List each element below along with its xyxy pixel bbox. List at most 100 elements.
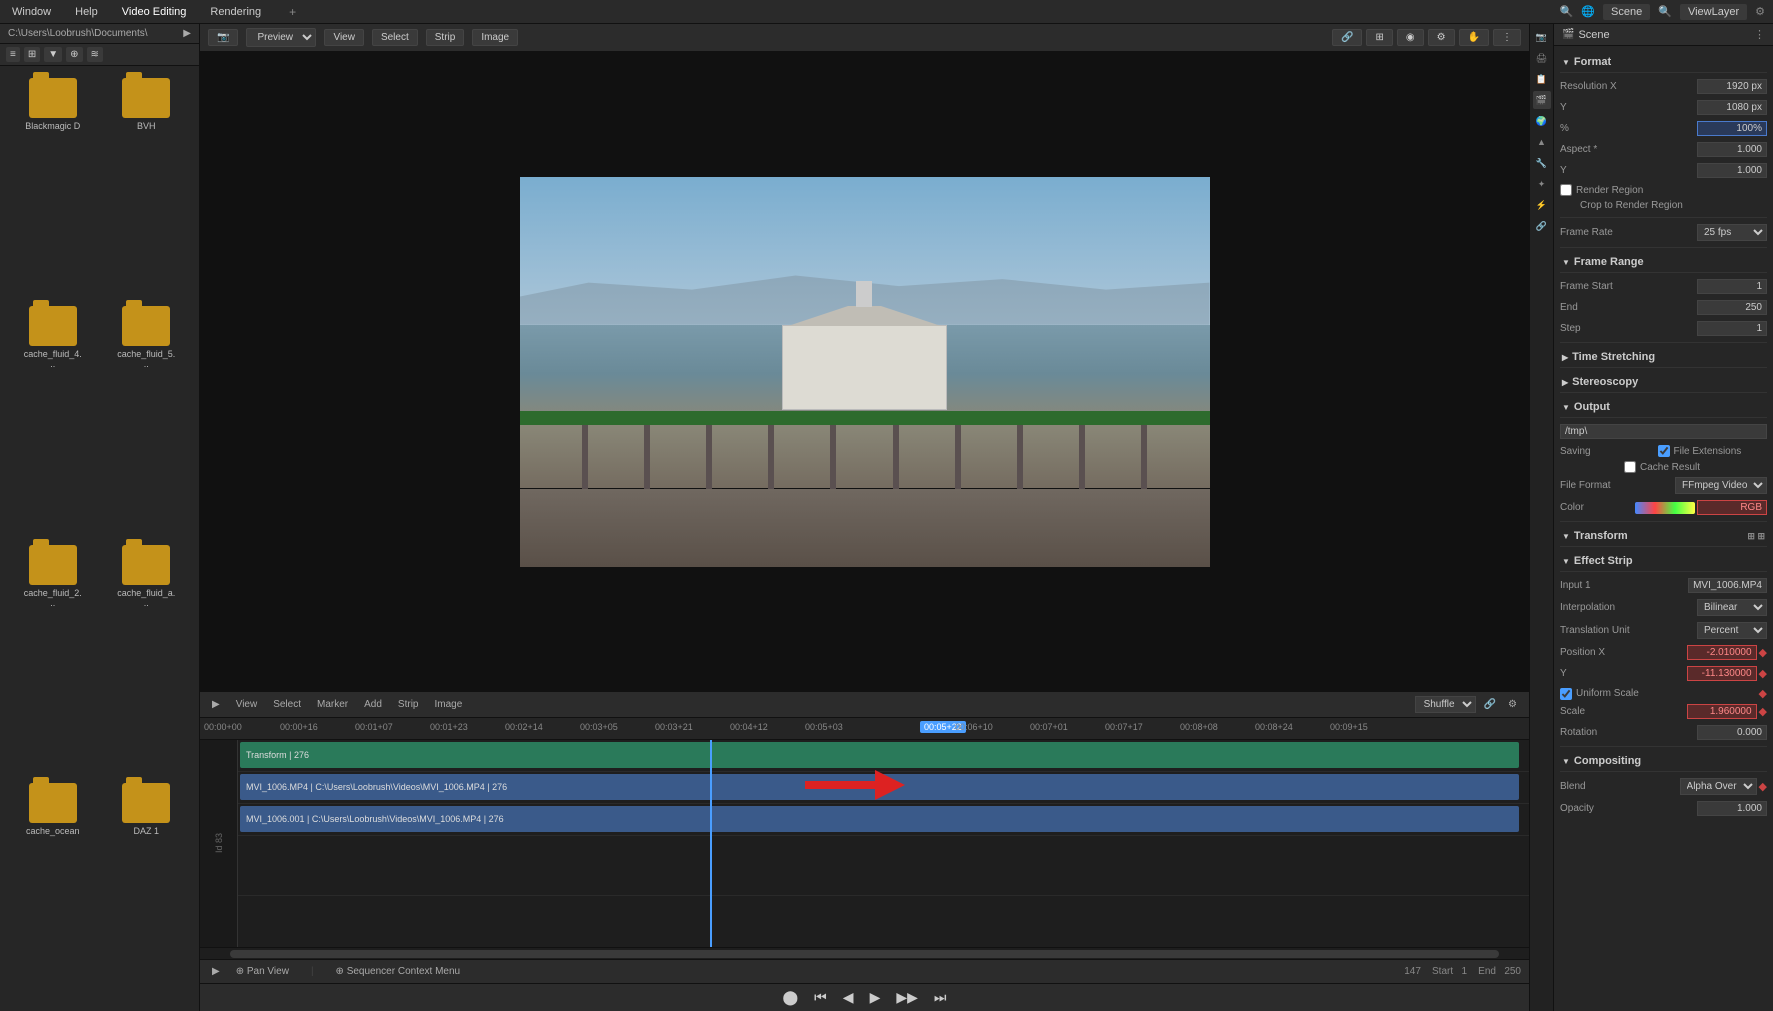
- frame-end-value[interactable]: 250: [1697, 300, 1767, 315]
- input1-value[interactable]: MVI_1006.MP4: [1688, 578, 1767, 593]
- aspect-y-value[interactable]: 1.000: [1697, 163, 1767, 178]
- timeline-scrollbar[interactable]: [200, 947, 1529, 959]
- hand-tool-btn[interactable]: ✋: [1459, 29, 1489, 46]
- resolution-y-value[interactable]: 1080 px: [1697, 100, 1767, 115]
- view-menu-btn[interactable]: View: [324, 29, 364, 46]
- seq-image-btn[interactable]: Image: [430, 697, 466, 712]
- view-settings-btn[interactable]: ⚙: [1428, 29, 1455, 46]
- sidebar-sort-btn[interactable]: ≋: [87, 47, 103, 62]
- panel-options-icon[interactable]: ⋮: [1754, 28, 1765, 41]
- seq-icon-btn2[interactable]: ⚙: [1504, 697, 1521, 712]
- render-region-checkbox[interactable]: [1560, 184, 1572, 196]
- stop-btn[interactable]: ⬤: [779, 987, 803, 1008]
- sidebar-expand-icon[interactable]: ▶: [183, 28, 191, 39]
- physics-icon-btn[interactable]: ⚡: [1533, 196, 1551, 214]
- seq-marker-btn[interactable]: Marker: [313, 697, 352, 712]
- seq-header-icon[interactable]: ▶: [208, 697, 224, 712]
- frame-start-value[interactable]: 1: [1697, 279, 1767, 294]
- table-row[interactable]: MVI_1006.001 | C:\Users\Loobrush\Videos\…: [200, 804, 1529, 836]
- list-item[interactable]: Blackmagic D: [8, 74, 98, 298]
- view-layer-icon-btn[interactable]: 📋: [1533, 70, 1551, 88]
- scene-icon-btn active[interactable]: 🎬: [1533, 91, 1551, 109]
- scale-keyframe-icon[interactable]: ◆: [1759, 705, 1767, 718]
- list-item[interactable]: DAZ 1: [102, 779, 192, 1003]
- file-extensions-checkbox[interactable]: [1658, 445, 1670, 457]
- seq-view-btn[interactable]: View: [232, 697, 262, 712]
- seq-select-btn[interactable]: Select: [269, 697, 305, 712]
- transform-clip[interactable]: Transform | 276: [240, 742, 1519, 768]
- play-btn[interactable]: ▶: [866, 987, 885, 1008]
- translation-unit-select[interactable]: Percent: [1697, 622, 1767, 639]
- video-clip-1[interactable]: MVI_1006.MP4 | C:\Users\Loobrush\Videos\…: [240, 774, 1519, 800]
- menu-help[interactable]: Help: [71, 4, 102, 20]
- output-path-input[interactable]: [1560, 424, 1767, 439]
- file-format-select[interactable]: FFmpeg Video: [1675, 477, 1767, 494]
- timeline-tracks[interactable]: Id 83 Transform | 276 MVI_1006.MP4 | C:\…: [200, 740, 1529, 947]
- output-section-header[interactable]: ▼ Output: [1560, 397, 1767, 418]
- link-icon-btn[interactable]: 🔗: [1332, 29, 1362, 46]
- table-row[interactable]: Transform | 276: [200, 740, 1529, 772]
- list-item[interactable]: cache_fluid_2...: [8, 541, 98, 775]
- step-fwd-btn[interactable]: ▶▶: [892, 987, 922, 1008]
- frame-step-value[interactable]: 1: [1697, 321, 1767, 336]
- frame-rate-select[interactable]: 25 fps: [1697, 224, 1767, 241]
- preview-dropdown[interactable]: Preview: [246, 28, 316, 47]
- scale-value[interactable]: 1.960000: [1687, 704, 1757, 719]
- list-item[interactable]: cache_fluid_4...: [8, 302, 98, 536]
- format-section-header[interactable]: ▼ Format: [1560, 52, 1767, 73]
- sequencer-context-btn[interactable]: ⊕ Sequencer Context Menu: [332, 964, 465, 979]
- position-y-keyframe-icon[interactable]: ◆: [1759, 667, 1767, 680]
- image-menu-btn[interactable]: Image: [472, 29, 518, 46]
- sidebar-filter-btn[interactable]: ▼: [44, 47, 62, 62]
- constraints-icon-btn[interactable]: 🔗: [1533, 217, 1551, 235]
- table-row[interactable]: MVI_1006.MP4 | C:\Users\Loobrush\Videos\…: [200, 772, 1529, 804]
- cache-result-checkbox[interactable]: [1624, 461, 1636, 473]
- seq-add-btn[interactable]: Add: [360, 697, 386, 712]
- jump-start-btn[interactable]: ⏮: [810, 987, 831, 1008]
- menu-video-editing[interactable]: Video Editing: [118, 4, 191, 20]
- output-icon-btn[interactable]: 🖨: [1533, 49, 1551, 67]
- uniform-scale-checkbox[interactable]: [1560, 688, 1572, 700]
- compositing-header[interactable]: ▼ Compositing: [1560, 751, 1767, 772]
- sidebar-list-view-btn[interactable]: ≡: [6, 47, 20, 62]
- menu-window[interactable]: Window: [8, 4, 55, 20]
- world-icon-btn[interactable]: 🌍: [1533, 112, 1551, 130]
- opacity-value[interactable]: 1.000: [1697, 801, 1767, 816]
- transform-section-header[interactable]: ▼ Transform ⊞ ⊞: [1560, 526, 1767, 547]
- menu-rendering[interactable]: Rendering: [206, 4, 265, 20]
- interpolation-select[interactable]: Bilinear: [1697, 599, 1767, 616]
- time-stretching-header[interactable]: ▶ Time Stretching: [1560, 347, 1767, 368]
- step-back-btn[interactable]: ◀: [839, 987, 858, 1008]
- list-item[interactable]: cache_ocean: [8, 779, 98, 1003]
- scrollbar-thumb[interactable]: [230, 950, 1499, 958]
- aspect-x-value[interactable]: 1.000: [1697, 142, 1767, 157]
- seq-bottom-icon[interactable]: ▶: [208, 964, 224, 979]
- list-item[interactable]: cache_fluid_a...: [102, 541, 192, 775]
- resolution-pct-value[interactable]: 100%: [1697, 121, 1767, 136]
- rotation-value[interactable]: 0.000: [1697, 725, 1767, 740]
- stereoscopy-header[interactable]: ▶ Stereoscopy: [1560, 372, 1767, 393]
- sidebar-grid-view-btn[interactable]: ⊞: [24, 47, 40, 62]
- resolution-x-value[interactable]: 1920 px: [1697, 79, 1767, 94]
- object-icon-btn[interactable]: ▲: [1533, 133, 1551, 151]
- shuffle-select[interactable]: Shuffle: [1415, 696, 1476, 713]
- video-clip-2[interactable]: MVI_1006.001 | C:\Users\Loobrush\Videos\…: [240, 806, 1519, 832]
- list-item[interactable]: cache_fluid_5...: [102, 302, 192, 536]
- position-y-value[interactable]: -11.130000: [1687, 666, 1757, 681]
- blend-keyframe-icon[interactable]: ◆: [1759, 780, 1767, 793]
- particles-icon-btn[interactable]: ✦: [1533, 175, 1551, 193]
- render-icon-btn[interactable]: 📷: [1533, 28, 1551, 46]
- effect-strip-header[interactable]: ▼ Effect Strip: [1560, 551, 1767, 572]
- more-options-btn[interactable]: ⋮: [1493, 29, 1521, 46]
- list-item[interactable]: BVH: [102, 74, 192, 298]
- seq-strip-btn[interactable]: Strip: [394, 697, 423, 712]
- sidebar-search-btn[interactable]: ⊕: [66, 47, 82, 62]
- seq-icon-btn1[interactable]: 🔗: [1480, 697, 1500, 712]
- select-menu-btn[interactable]: Select: [372, 29, 418, 46]
- color-value[interactable]: RGB: [1697, 500, 1767, 515]
- pan-view-btn[interactable]: ⊕ Pan View: [232, 964, 293, 979]
- modifier-icon-btn[interactable]: 🔧: [1533, 154, 1551, 172]
- overlay-btn[interactable]: ◉: [1397, 29, 1424, 46]
- jump-end-btn[interactable]: ⏭: [930, 987, 951, 1008]
- strip-menu-btn[interactable]: Strip: [426, 29, 465, 46]
